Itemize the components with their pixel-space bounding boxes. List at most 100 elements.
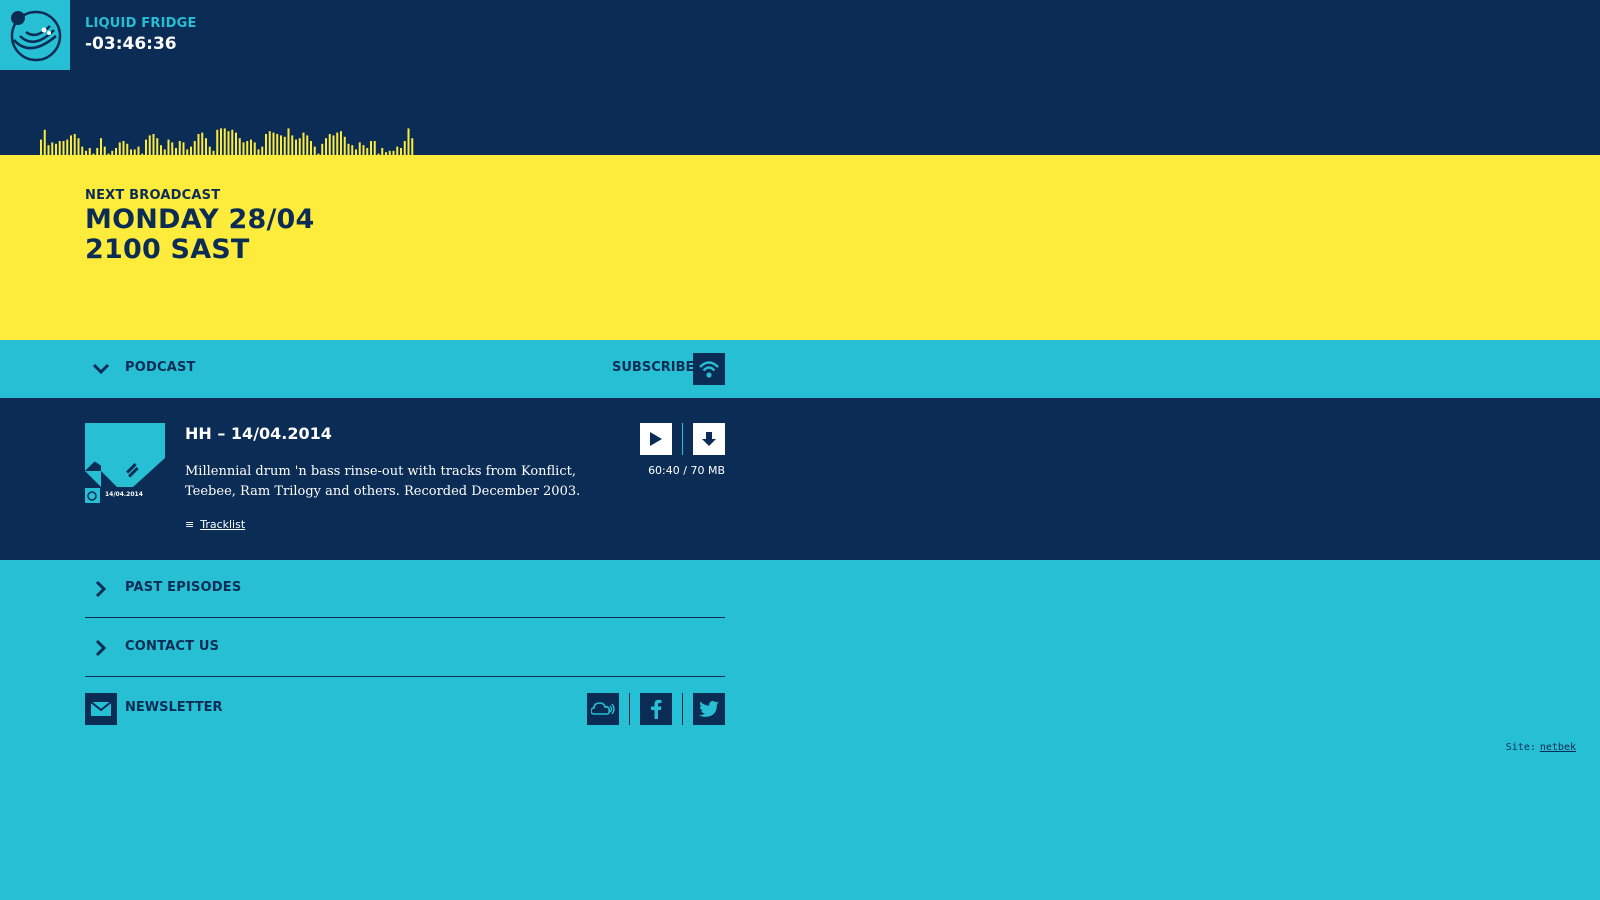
soundcloud-icon bbox=[591, 702, 615, 715]
equalizer-bar bbox=[73, 134, 76, 155]
equalizer-bar bbox=[197, 134, 200, 155]
equalizer-bar bbox=[77, 138, 80, 155]
equalizer-bar bbox=[381, 148, 384, 155]
equalizer-bar bbox=[115, 148, 117, 155]
equalizer-bars bbox=[40, 128, 414, 155]
subscribe-button[interactable] bbox=[693, 353, 725, 385]
download-button[interactable] bbox=[693, 423, 725, 455]
equalizer-bar bbox=[347, 143, 350, 155]
chevron-right-icon bbox=[85, 632, 117, 664]
download-icon bbox=[702, 432, 716, 446]
past-episodes-row[interactable]: PAST EPISODES bbox=[85, 560, 725, 618]
equalizer-bar bbox=[167, 139, 170, 155]
facebook-button[interactable] bbox=[640, 693, 672, 725]
equalizer-bar bbox=[295, 139, 297, 155]
contact-us-label[interactable]: CONTACT US bbox=[125, 639, 219, 654]
equalizer-bar bbox=[137, 146, 140, 155]
equalizer-bar bbox=[306, 135, 309, 155]
equalizer-bar bbox=[291, 135, 294, 155]
equalizer-bar bbox=[43, 129, 46, 155]
equalizer-bar bbox=[122, 141, 125, 155]
equalizer-bar bbox=[100, 138, 102, 155]
equalizer-bar bbox=[152, 134, 155, 155]
next-broadcast-panel: NEXT BROADCAST MONDAY 28/04 2100 SAST bbox=[0, 155, 1600, 340]
newsletter-button[interactable] bbox=[85, 693, 117, 725]
equalizer-bar bbox=[118, 142, 121, 155]
equalizer-bar bbox=[223, 128, 226, 155]
equalizer-bar bbox=[370, 141, 372, 155]
equalizer-bar bbox=[201, 132, 204, 155]
equalizer-bar bbox=[343, 136, 346, 155]
play-icon bbox=[650, 432, 662, 446]
equalizer-bar bbox=[396, 146, 399, 155]
equalizer-bar bbox=[145, 139, 147, 155]
equalizer-bar bbox=[182, 142, 185, 155]
equalizer-bar bbox=[231, 129, 234, 155]
credit-link[interactable]: netbek bbox=[1540, 742, 1576, 753]
podcast-label[interactable]: PODCAST bbox=[125, 360, 196, 375]
equalizer-bar bbox=[287, 128, 290, 155]
equalizer-bar bbox=[373, 141, 376, 155]
equalizer-bar bbox=[310, 141, 312, 155]
equalizer-bar bbox=[96, 148, 99, 155]
equalizer-bar bbox=[51, 142, 54, 155]
audio-visualizer bbox=[40, 125, 420, 155]
station-name: LIQUID FRIDGE bbox=[85, 16, 197, 31]
credit-prefix: Site: bbox=[1505, 742, 1536, 753]
chevron-down-icon[interactable] bbox=[85, 353, 117, 385]
countdown-timer: -03:46:36 bbox=[85, 34, 177, 54]
contact-us-row[interactable]: CONTACT US bbox=[85, 619, 725, 677]
facebook-icon bbox=[651, 699, 662, 719]
equalizer-bar bbox=[88, 148, 91, 155]
equalizer-bar bbox=[366, 148, 369, 155]
equalizer-bar bbox=[332, 135, 335, 155]
next-broadcast-time: 2100 SAST bbox=[85, 234, 250, 265]
equalizer-bar bbox=[253, 142, 256, 155]
podcast-section-header[interactable]: PODCAST SUBSCRIBE bbox=[0, 340, 1600, 398]
station-logo[interactable] bbox=[0, 0, 70, 70]
newsletter-label[interactable]: NEWSLETTER bbox=[125, 700, 223, 715]
equalizer-bar bbox=[193, 141, 196, 155]
equalizer-bar bbox=[55, 143, 57, 155]
chevron-right-icon bbox=[85, 573, 117, 605]
episode-artwork: 14/04.2014 bbox=[85, 423, 165, 503]
site-credit: Site: netbek bbox=[1506, 742, 1576, 753]
equalizer-bar bbox=[283, 136, 286, 155]
equalizer-bar bbox=[321, 143, 324, 155]
next-broadcast-date: MONDAY 28/04 bbox=[85, 204, 315, 235]
equalizer-bar bbox=[268, 131, 271, 155]
past-episodes-label[interactable]: PAST EPISODES bbox=[125, 580, 241, 595]
equalizer-bar bbox=[250, 139, 252, 155]
twitter-button[interactable] bbox=[693, 693, 725, 725]
button-divider bbox=[682, 423, 683, 455]
equalizer-bar bbox=[156, 138, 159, 155]
tracklist-link[interactable]: ≡ Tracklist bbox=[185, 518, 245, 531]
episode-title[interactable]: HH – 14/04.2014 bbox=[185, 424, 332, 443]
equalizer-bar bbox=[358, 142, 361, 155]
equalizer-bar bbox=[81, 146, 84, 155]
equalizer-bar bbox=[328, 134, 331, 155]
now-playing: LIQUID FRIDGE -03:46:36 bbox=[85, 16, 197, 54]
next-broadcast-label: NEXT BROADCAST bbox=[85, 188, 221, 203]
equalizer-bar bbox=[400, 148, 402, 155]
equalizer-bar bbox=[261, 146, 264, 155]
equalizer-bar bbox=[216, 129, 219, 155]
equalizer-bar bbox=[171, 142, 174, 155]
equalizer-bar bbox=[47, 145, 50, 155]
tracklist-label[interactable]: Tracklist bbox=[200, 518, 245, 531]
play-button[interactable] bbox=[640, 423, 672, 455]
equalizer-bar bbox=[160, 145, 162, 155]
equalizer-bar bbox=[58, 141, 61, 155]
equalizer-bar bbox=[238, 138, 241, 155]
equalizer-bar bbox=[340, 131, 342, 155]
equalizer-bar bbox=[407, 128, 410, 155]
podcast-episode: 14/04.2014 HH – 14/04.2014 Millennial dr… bbox=[0, 398, 1600, 560]
equalizer-bar bbox=[66, 139, 69, 155]
episode-description: Millennial drum 'n bass rinse-out with t… bbox=[185, 464, 581, 499]
equalizer-bar bbox=[208, 146, 211, 155]
equalizer-bar bbox=[148, 135, 151, 155]
equalizer-bar bbox=[403, 141, 406, 155]
subscribe-label[interactable]: SUBSCRIBE bbox=[612, 360, 694, 375]
equalizer-bar bbox=[175, 148, 177, 155]
soundcloud-button[interactable] bbox=[587, 693, 619, 725]
